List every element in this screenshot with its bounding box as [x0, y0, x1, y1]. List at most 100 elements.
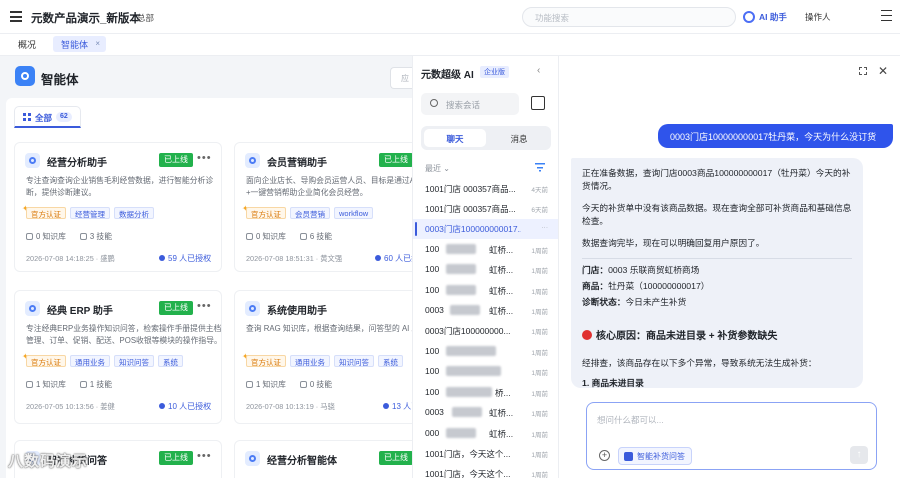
assistant-text: 数据查询完毕，现在可以明确回复用户原因了。	[582, 238, 765, 248]
store-value: 0003 乐联商贸虹桥商场	[608, 265, 700, 275]
conversation-date: 1周前	[531, 370, 548, 377]
page-title: 智能体	[41, 73, 79, 87]
skill-chip[interactable]: 智能补货问答	[618, 447, 692, 465]
status-badge: 已上线	[379, 451, 413, 465]
status-badge: 已上线	[379, 153, 413, 167]
more-menu-icon[interactable]	[881, 10, 892, 21]
store-label: 门店：	[582, 265, 609, 275]
filter-icon[interactable]	[535, 163, 545, 172]
skill-icon	[624, 451, 633, 461]
list-item[interactable]: 1001门店，今天这个... 1周前	[413, 444, 558, 464]
user-icon	[159, 255, 165, 261]
skill-icon	[79, 233, 87, 240]
ai-assistant-button[interactable]: AI 助手	[743, 8, 787, 25]
add-icon[interactable]: +	[599, 450, 610, 461]
conversation-title-tail: 桥...	[495, 388, 511, 398]
conversation-date: 1周前	[531, 391, 548, 398]
agent-author: 盛鹏	[100, 254, 115, 263]
conversation-title-tail: 虹桥...	[489, 286, 514, 296]
agent-card[interactable]: 经典 ERP 助手 已上线 ••• 专注经典ERP业务操作知识问答，检索操作手册…	[14, 290, 222, 424]
conversation-more[interactable]: ···	[542, 224, 549, 231]
tag: 官方认证	[26, 355, 66, 367]
user-message: 0003门店100000000017牡丹菜，今天为什么没订货	[658, 124, 893, 148]
function-search-input[interactable]: 功能搜索	[522, 7, 736, 27]
send-button[interactable]: ↑	[850, 446, 868, 464]
list-item[interactable]: 100 虹桥... 1周前	[413, 260, 558, 280]
list-item[interactable]: 000 虹桥... 1周前	[413, 424, 558, 444]
new-chat-icon[interactable]	[531, 96, 545, 110]
list-item[interactable]: 1001门店，今天这个... 1周前	[413, 464, 558, 478]
redaction-blur	[446, 264, 476, 274]
tab-chat[interactable]: 聊天	[424, 129, 486, 147]
agent-desc: 面向企业店长、导购会员运营人员、目标是通过AI分析+一键营销帮助企业简化会员经营…	[246, 176, 420, 197]
agent-footer: 2026-07-08 14:18:25 · 盛鹏	[26, 254, 115, 263]
more-icon[interactable]: •••	[197, 300, 212, 312]
tab-messages[interactable]: 消息	[490, 133, 548, 145]
edition-badge: 企业版	[480, 66, 509, 78]
more-icon[interactable]: •••	[197, 450, 212, 462]
agent-author: 黄文强	[320, 254, 343, 263]
conversation-date: 1周前	[531, 432, 548, 439]
expand-icon[interactable]	[859, 67, 867, 75]
conversation-title: 1001门店，今天这个...	[425, 469, 511, 478]
user-icon	[159, 403, 165, 409]
chat-input-placeholder: 想问什么都可以...	[597, 415, 664, 425]
assistant-text: 今天的补货单中没有该商品数据。现在查询全部可补货商品和基础信息检查。	[582, 203, 852, 226]
menu-icon[interactable]	[10, 11, 22, 22]
conversation-title: 1001门店 000357商品...	[425, 204, 516, 214]
org-name[interactable]: 总部	[137, 12, 154, 24]
agent-author: 姜健	[100, 402, 115, 411]
list-item[interactable]: 0003 虹桥... 1周前	[413, 301, 558, 321]
agent-card[interactable]: 系统使用助手 查询 RAG 知识库，根据查询结果，问答型的 AI 助手。 ✦ 官…	[234, 290, 420, 424]
list-item[interactable]: 100 虹桥... 1周前	[413, 240, 558, 260]
agent-date: 2026-07-08 14:18:25	[26, 254, 94, 263]
close-icon[interactable]: ✕	[878, 64, 888, 78]
skill-count: 6 技能	[299, 231, 332, 242]
list-item[interactable]: 1001门店 000357商品... 6天前	[413, 199, 558, 219]
agent-card[interactable]: 经营分析智能体 已上线	[234, 440, 420, 478]
agent-card[interactable]: 经营分析助手 已上线 ••• 专注查询查询企业销售毛利经营数据，进行智能分析诊断…	[14, 142, 222, 272]
more-icon[interactable]: •••	[197, 152, 212, 164]
collapse-icon[interactable]: ‹	[537, 65, 540, 76]
diagnosis-line: 诊断状态：今日未产生补货	[582, 296, 854, 309]
user-icon	[383, 403, 389, 409]
operator-label[interactable]: 操作人	[805, 11, 831, 23]
list-item[interactable]: 0003门店100000000... 1周前	[413, 321, 558, 341]
grid-icon	[23, 113, 31, 121]
tab-close-icon[interactable]: ×	[95, 39, 100, 48]
conversation-search-input[interactable]: 搜索会话	[421, 93, 519, 115]
authorized-count[interactable]: 10 人已授权	[159, 401, 211, 412]
agent-icon	[245, 451, 260, 466]
list-item[interactable]: 100 虹桥... 1周前	[413, 281, 558, 301]
assistant-name: 元数超级 AI	[421, 70, 474, 81]
agent-footer: 2026-07-08 18:51:31 · 黄文强	[246, 254, 343, 263]
agent-title: 经营分析助手	[47, 158, 107, 169]
filter-all-tab[interactable]: 全部 62	[14, 106, 81, 128]
list-item[interactable]: 1001门店 000357商品... 4天前	[413, 179, 558, 199]
assistant-text: 1. 商品未进目录	[582, 378, 644, 388]
user-icon	[375, 255, 381, 261]
list-item[interactable]: 0003 虹桥... 1周前	[413, 403, 558, 423]
function-search-placeholder: 功能搜索	[535, 13, 570, 23]
recent-filter[interactable]: 最近 ⌄	[425, 163, 450, 174]
agent-card[interactable]: 会员营销助手 已上线 面向企业店长、导购会员运营人员、目标是通过AI分析+一键营…	[234, 142, 420, 272]
tab-overview[interactable]: 概况	[18, 38, 36, 51]
redaction-blur	[446, 428, 476, 438]
tab-agents[interactable]: 智能体 ×	[53, 36, 107, 52]
agent-title: 系统使用助手	[267, 306, 327, 317]
agent-footer: 2026-07-05 10:13:56 · 姜健	[26, 402, 115, 411]
agent-meta: 0 知识库 3 技能	[26, 231, 112, 242]
assistant-message: 正在准备数据，查询门店0003商品100000000017（牡丹菜）今天的补货情…	[571, 158, 863, 388]
agent-date: 2026-07-08 10:13:19	[246, 402, 314, 411]
tag: 系统	[378, 355, 403, 367]
assistant-text: 正在准备数据，查询门店0003商品100000000017（牡丹菜）今天的补货情…	[582, 168, 851, 191]
conversation-date: 1周前	[531, 472, 548, 478]
skill-count: 3 技能	[79, 231, 112, 242]
tabs-bar	[0, 34, 900, 56]
chat-input[interactable]: 想问什么都可以... + 智能补货问答 ↑	[586, 402, 877, 470]
list-item[interactable]: 0003门店100000000017... ···	[413, 219, 558, 239]
knowledge-count: 1 知识库	[26, 379, 66, 390]
tag: 知识问答	[334, 355, 374, 367]
authorized-count[interactable]: 59 人已授权	[159, 253, 211, 264]
authorized-count-text: 10 人已授权	[168, 402, 212, 411]
